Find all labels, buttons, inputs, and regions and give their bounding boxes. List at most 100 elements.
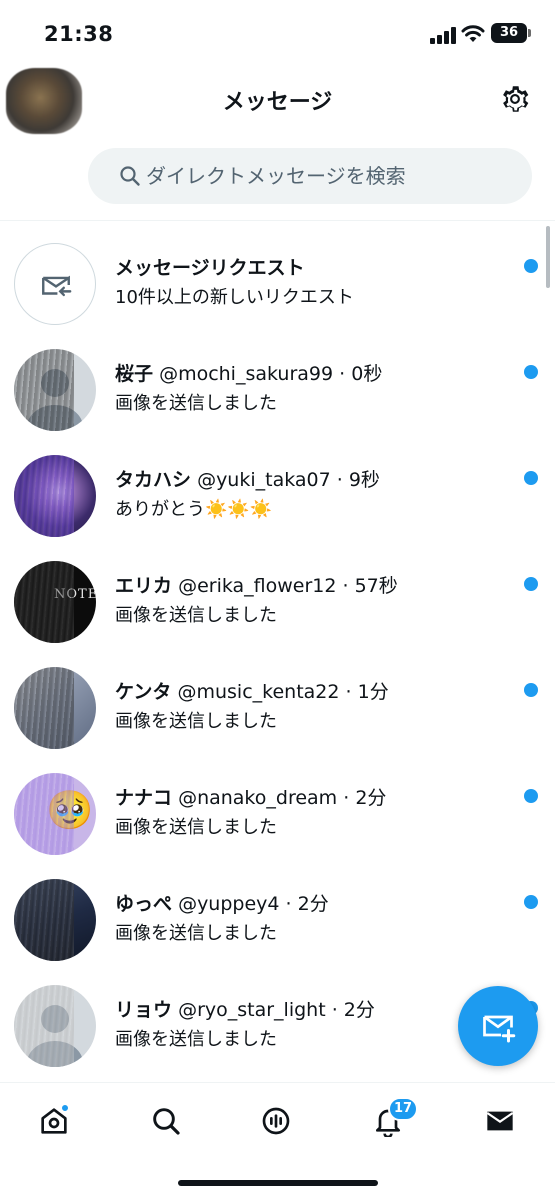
- inbox-arrow-icon: [42, 275, 72, 297]
- conversation-list: メッセージリクエスト 10件以上の新しいリクエスト 桜子 @mochi_saku…: [0, 221, 555, 1069]
- display-name: エリカ: [115, 575, 173, 597]
- page-title: メッセージ: [222, 90, 333, 115]
- user-handle: @yuki_taka07: [197, 469, 331, 491]
- conversation-row[interactable]: ケンタ @music_kenta22 · 1分 画像を送信しました: [0, 645, 555, 751]
- nav-search[interactable]: [146, 1101, 186, 1141]
- message-preview: 画像を送信しました: [115, 393, 277, 414]
- conversation-header: ゆっぺ @yuppey4 · 2分: [115, 889, 329, 916]
- gear-icon: [503, 86, 529, 112]
- unread-dot: [524, 895, 538, 909]
- nav-spaces[interactable]: [256, 1101, 296, 1141]
- sun-emoji: ☀️☀️☀️: [205, 499, 273, 520]
- timestamp: 2分: [297, 893, 329, 915]
- preview-text: ありがとう: [115, 499, 205, 520]
- new-message-button[interactable]: [458, 986, 538, 1066]
- redaction-scribble: [14, 667, 74, 749]
- conversation-row[interactable]: 桜子 @mochi_sakura99 · 0秒 画像を送信しました: [0, 327, 555, 433]
- unread-dot: [524, 471, 538, 485]
- display-name: ケンタ: [115, 681, 172, 703]
- separator: ·: [336, 575, 355, 597]
- redaction-scribble: [14, 879, 74, 961]
- message-requests-row[interactable]: メッセージリクエスト 10件以上の新しいリクエスト: [0, 221, 555, 327]
- unread-dot: [524, 577, 538, 591]
- unread-dot: [524, 365, 538, 379]
- message-preview: 画像を送信しました: [115, 605, 277, 626]
- timestamp: 2分: [343, 999, 375, 1021]
- redaction-scribble: [14, 985, 74, 1067]
- home-indicator: [178, 1180, 378, 1186]
- conversation-row[interactable]: 🥹 ナナコ @nanako_dream · 2分 画像を送信しました: [0, 751, 555, 857]
- request-title: メッセージリクエスト: [115, 257, 305, 279]
- cellular-signal-icon: [430, 26, 456, 44]
- nav-messages[interactable]: [480, 1101, 520, 1141]
- user-handle: @erika_flower12: [178, 575, 337, 597]
- wifi-icon: [461, 25, 485, 42]
- unread-dot: [524, 259, 538, 273]
- message-preview: ありがとう☀️☀️☀️: [115, 495, 272, 521]
- new-message-icon: [483, 1015, 516, 1043]
- search-icon: [120, 166, 140, 186]
- avatar: [14, 985, 96, 1067]
- request-preview: 10件以上の新しいリクエスト: [115, 287, 354, 308]
- user-handle: @ryo_star_light: [178, 999, 326, 1021]
- conversation-row[interactable]: NOTE エリカ @erika_flower12 · 57秒 画像を送信しました: [0, 539, 555, 645]
- message-preview: 画像を送信しました: [115, 817, 277, 838]
- separator: ·: [339, 681, 358, 703]
- display-name: タカハシ: [115, 469, 192, 491]
- home-notification-dot: [60, 1103, 70, 1113]
- notification-count-badge: 17: [388, 1097, 419, 1121]
- separator: ·: [279, 893, 298, 915]
- unread-dot: [524, 789, 538, 803]
- header: メッセージ: [0, 64, 555, 136]
- status-time: 21:38: [44, 22, 114, 46]
- timestamp: 0秒: [351, 363, 383, 385]
- display-name: ゆっぺ: [115, 893, 173, 915]
- message-preview: 画像を送信しました: [115, 711, 277, 732]
- avatar: [14, 349, 96, 431]
- redaction-scribble: [14, 455, 74, 537]
- scrollbar[interactable]: [546, 226, 550, 288]
- display-name: 桜子: [115, 363, 154, 385]
- separator: ·: [325, 999, 344, 1021]
- conversation-row[interactable]: タカハシ @yuki_taka07 · 9秒 ありがとう☀️☀️☀️: [0, 433, 555, 539]
- search-bar[interactable]: [88, 148, 532, 204]
- separator: ·: [333, 363, 352, 385]
- avatar: [14, 667, 96, 749]
- timestamp: 9秒: [348, 469, 380, 491]
- mail-icon: [486, 1111, 514, 1131]
- search-icon: [153, 1108, 180, 1135]
- message-preview: 画像を送信しました: [115, 1029, 277, 1050]
- nav-notifications[interactable]: 17: [368, 1097, 419, 1141]
- messages-screen: 21:38 36 メッセージ ダイレクトメッセージを検索 メッセージリクエスト …: [0, 0, 555, 1200]
- conversation-header: 桜子 @mochi_sakura99 · 0秒: [115, 359, 382, 386]
- conversation-header: エリカ @erika_flower12 · 57秒: [115, 571, 398, 598]
- conversation-header: リョウ @ryo_star_light · 2分: [115, 995, 375, 1022]
- separator: ·: [337, 787, 356, 809]
- avatar: [14, 455, 96, 537]
- message-preview: 画像を送信しました: [115, 923, 277, 944]
- user-handle: @yuppey4: [178, 893, 280, 915]
- spaces-icon: [262, 1107, 290, 1135]
- timestamp: 57秒: [354, 575, 398, 597]
- conversation-row[interactable]: ゆっぺ @yuppey4 · 2分 画像を送信しました: [0, 857, 555, 963]
- avatar: NOTE: [14, 561, 96, 643]
- avatar: 🥹: [14, 773, 96, 855]
- user-handle: @nanako_dream: [178, 787, 338, 809]
- redaction-scribble: [14, 773, 74, 855]
- separator: ·: [330, 469, 349, 491]
- search-input[interactable]: [146, 148, 516, 204]
- conversation-header: ナナコ @nanako_dream · 2分: [115, 783, 386, 810]
- redaction-scribble: [14, 349, 74, 431]
- nav-home[interactable]: [34, 1101, 74, 1141]
- settings-button[interactable]: [498, 82, 532, 116]
- user-handle: @music_kenta22: [177, 681, 340, 703]
- unread-dot: [524, 683, 538, 697]
- user-handle: @mochi_sakura99: [159, 363, 334, 385]
- conversation-header: ケンタ @music_kenta22 · 1分: [115, 677, 389, 704]
- display-name: ナナコ: [115, 787, 173, 809]
- request-title-line: メッセージリクエスト: [115, 253, 305, 280]
- battery-indicator: 36: [491, 23, 531, 43]
- message-request-avatar: [14, 243, 96, 325]
- conversation-header: タカハシ @yuki_taka07 · 9秒: [115, 465, 380, 492]
- redaction-scribble: [14, 561, 74, 643]
